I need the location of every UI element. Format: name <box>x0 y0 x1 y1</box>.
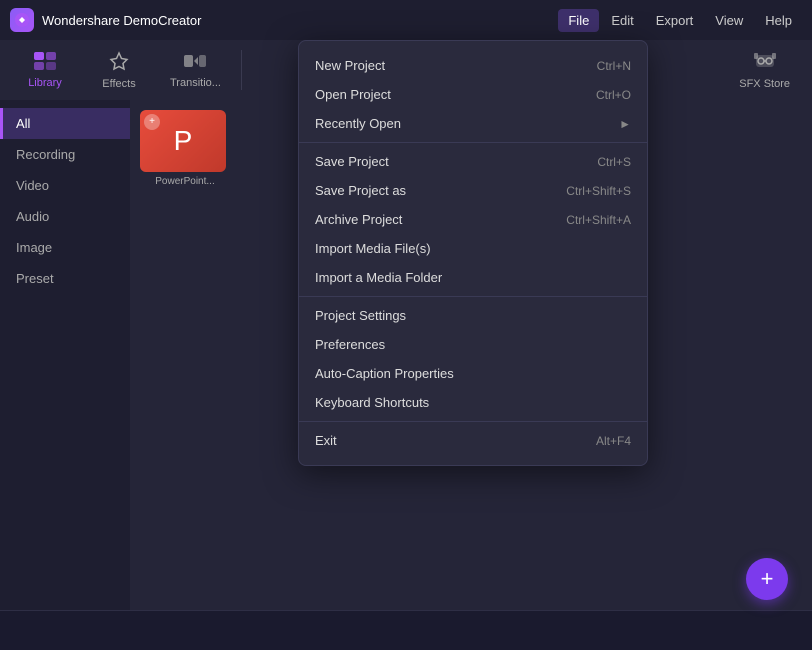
toolbar-transitions-label: Transitio... <box>170 77 221 89</box>
sidebar-item-preset[interactable]: Preset <box>0 263 130 294</box>
new-project-shortcut: Ctrl+N <box>597 59 631 73</box>
dropdown-save-project-as[interactable]: Save Project as Ctrl+Shift+S <box>299 176 647 205</box>
menu-export[interactable]: Export <box>646 9 704 32</box>
menu-help[interactable]: Help <box>755 9 802 32</box>
sfx-store-button[interactable]: SFX Store <box>727 45 802 96</box>
save-project-as-label: Save Project as <box>315 183 566 198</box>
fab-icon: + <box>761 566 774 592</box>
fab-button[interactable]: + <box>746 558 788 600</box>
toolbar-transitions[interactable]: Transitio... <box>158 46 233 95</box>
toolbar-library-label: Library <box>28 77 62 89</box>
sidebar: All Recording Video Audio Image Preset <box>0 100 130 610</box>
dropdown-section-save: Save Project Ctrl+S Save Project as Ctrl… <box>299 143 647 297</box>
effects-icon <box>109 51 129 76</box>
content-item-label: PowerPoint... <box>140 176 230 187</box>
open-project-label: Open Project <box>315 87 596 102</box>
dropdown-import-media[interactable]: Import Media File(s) <box>299 234 647 263</box>
toolbar-library[interactable]: Library <box>10 46 80 95</box>
sfx-store-label: SFX Store <box>739 78 790 90</box>
app-logo <box>10 8 34 32</box>
sidebar-item-recording[interactable]: Recording <box>0 139 130 170</box>
dropdown-keyboard-shortcuts[interactable]: Keyboard Shortcuts <box>299 388 647 417</box>
file-dropdown-menu: New Project Ctrl+N Open Project Ctrl+O R… <box>298 40 648 466</box>
sidebar-item-all[interactable]: All <box>0 108 130 139</box>
new-project-label: New Project <box>315 58 597 73</box>
import-folder-label: Import a Media Folder <box>315 270 631 285</box>
archive-project-shortcut: Ctrl+Shift+A <box>566 213 631 227</box>
dropdown-new-project[interactable]: New Project Ctrl+N <box>299 51 647 80</box>
toolbar-effects-label: Effects <box>102 78 135 90</box>
dropdown-import-folder[interactable]: Import a Media Folder <box>299 263 647 292</box>
toolbar-divider <box>241 50 242 90</box>
menu-view[interactable]: View <box>705 9 753 32</box>
menu-bar: File Edit Export View Help <box>558 9 802 32</box>
open-project-shortcut: Ctrl+O <box>596 88 631 102</box>
dropdown-save-project[interactable]: Save Project Ctrl+S <box>299 147 647 176</box>
sidebar-item-image[interactable]: Image <box>0 232 130 263</box>
exit-shortcut: Alt+F4 <box>596 434 631 448</box>
recently-open-label: Recently Open <box>315 116 619 131</box>
dropdown-preferences[interactable]: Preferences <box>299 330 647 359</box>
transitions-icon <box>184 52 206 75</box>
sfx-store-icon <box>754 51 776 76</box>
dropdown-recently-open[interactable]: Recently Open ► <box>299 109 647 138</box>
dropdown-auto-caption[interactable]: Auto-Caption Properties <box>299 359 647 388</box>
dropdown-exit[interactable]: Exit Alt+F4 <box>299 426 647 455</box>
dropdown-section-settings: Project Settings Preferences Auto-Captio… <box>299 297 647 422</box>
keyboard-shortcuts-label: Keyboard Shortcuts <box>315 395 631 410</box>
recently-open-arrow: ► <box>619 117 631 131</box>
library-icon <box>34 52 56 75</box>
save-project-label: Save Project <box>315 154 597 169</box>
dropdown-project-settings[interactable]: Project Settings <box>299 301 647 330</box>
app-title: Wondershare DemoCreator <box>42 13 550 28</box>
save-project-shortcut: Ctrl+S <box>597 155 631 169</box>
menu-edit[interactable]: Edit <box>601 9 643 32</box>
dropdown-section-exit: Exit Alt+F4 <box>299 422 647 459</box>
menu-file[interactable]: File <box>558 9 599 32</box>
dropdown-archive-project[interactable]: Archive Project Ctrl+Shift+A <box>299 205 647 234</box>
sidebar-item-audio[interactable]: Audio <box>0 201 130 232</box>
auto-caption-label: Auto-Caption Properties <box>315 366 631 381</box>
archive-project-label: Archive Project <box>315 212 566 227</box>
bottom-bar <box>0 610 812 650</box>
toolbar-effects[interactable]: Effects <box>84 45 154 96</box>
sidebar-item-video[interactable]: Video <box>0 170 130 201</box>
powerpoint-icon: P <box>174 125 193 157</box>
title-bar: Wondershare DemoCreator File Edit Export… <box>0 0 812 40</box>
project-settings-label: Project Settings <box>315 308 631 323</box>
content-thumbnail: P <box>140 110 226 172</box>
exit-label: Exit <box>315 433 596 448</box>
import-media-label: Import Media File(s) <box>315 241 631 256</box>
dropdown-open-project[interactable]: Open Project Ctrl+O <box>299 80 647 109</box>
preferences-label: Preferences <box>315 337 631 352</box>
save-project-as-shortcut: Ctrl+Shift+S <box>566 184 631 198</box>
content-item-powerpoint[interactable]: P PowerPoint... <box>140 110 230 187</box>
dropdown-section-new-open: New Project Ctrl+N Open Project Ctrl+O R… <box>299 47 647 143</box>
